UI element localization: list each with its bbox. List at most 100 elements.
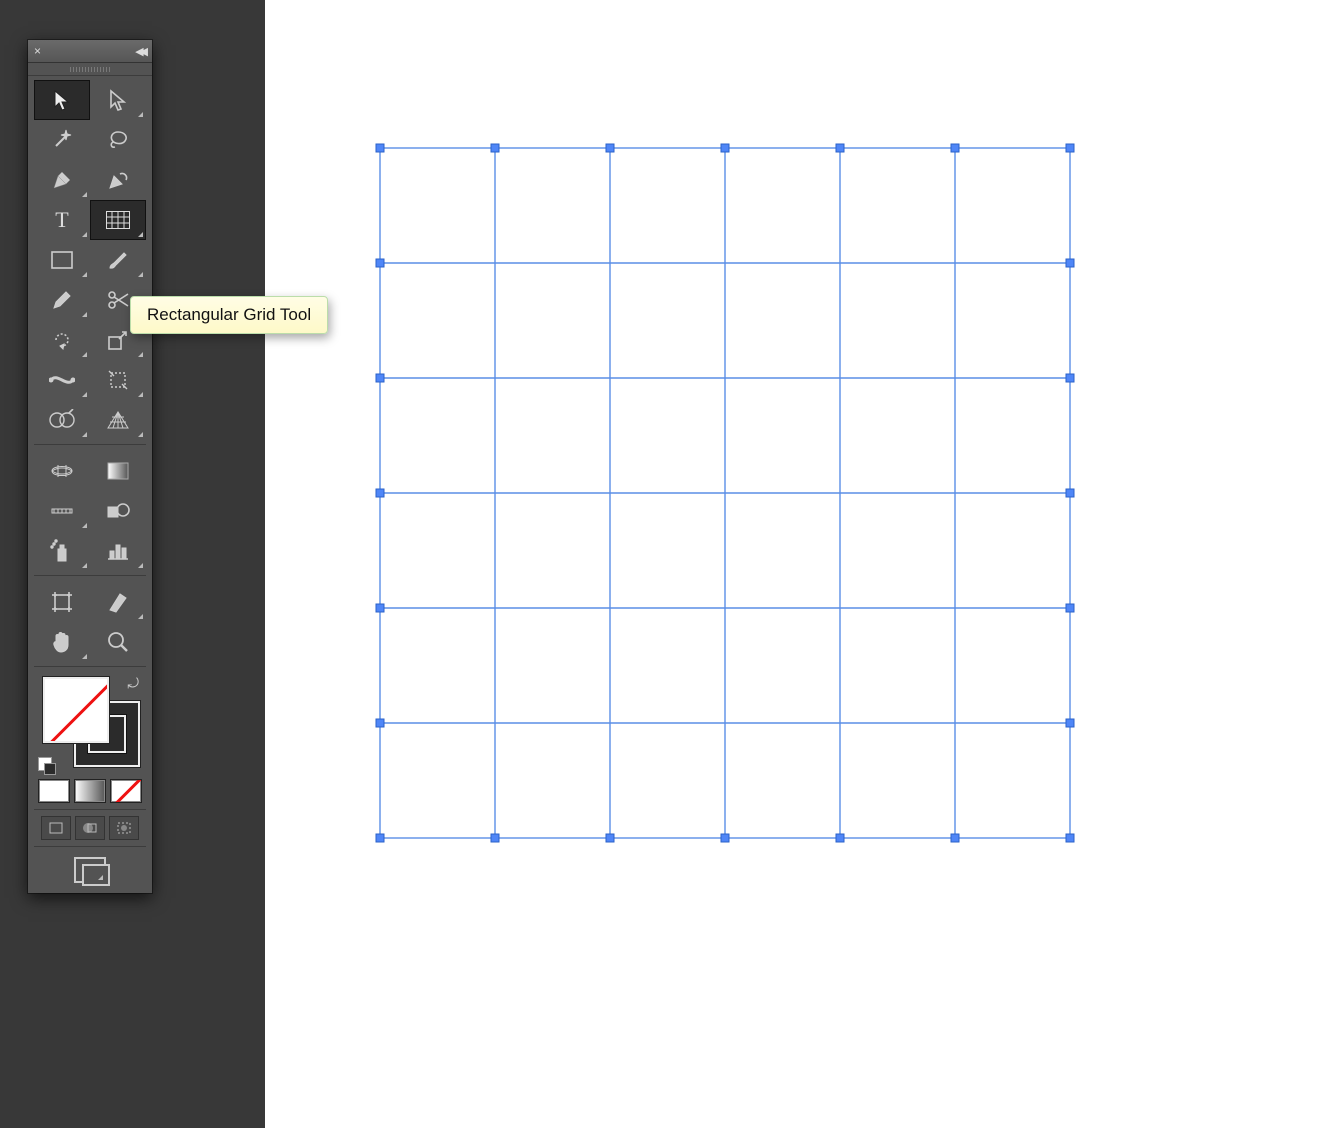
selection-handle[interactable]	[606, 144, 614, 152]
screen-mode-button[interactable]	[74, 857, 106, 883]
flyout-indicator	[138, 432, 143, 437]
selection-handle[interactable]	[376, 604, 384, 612]
flyout-indicator	[82, 523, 87, 528]
pencil-tool[interactable]	[34, 280, 90, 320]
paintbrush-icon	[104, 246, 132, 274]
selection-handle[interactable]	[1066, 259, 1074, 267]
selection-handle[interactable]	[1066, 719, 1074, 727]
shape-builder-tool[interactable]	[34, 400, 90, 440]
curvature-tool[interactable]	[90, 160, 146, 200]
pencil-icon	[48, 286, 76, 314]
swap-fill-stroke-icon[interactable]: ⤾	[127, 675, 139, 692]
slice-tool[interactable]	[90, 582, 146, 622]
selection-handle[interactable]	[836, 834, 844, 842]
selection-handle[interactable]	[836, 144, 844, 152]
paintbrush-tool[interactable]	[90, 240, 146, 280]
tooltip: Rectangular Grid Tool	[130, 296, 328, 334]
gradient-icon	[104, 457, 132, 485]
lasso-tool[interactable]	[90, 120, 146, 160]
flyout-indicator	[138, 112, 143, 117]
selection-handle[interactable]	[951, 834, 959, 842]
free-transform-icon	[104, 366, 132, 394]
rotate-tool[interactable]	[34, 320, 90, 360]
flyout-indicator	[82, 192, 87, 197]
tooltip-text: Rectangular Grid Tool	[147, 305, 311, 324]
selection-handle[interactable]	[1066, 374, 1074, 382]
hand-tool[interactable]	[34, 622, 90, 662]
hand-icon	[48, 628, 76, 656]
perspective-grid-tool[interactable]	[90, 400, 146, 440]
zoom-tool[interactable]	[90, 622, 146, 662]
flyout-indicator	[138, 232, 143, 237]
magic-wand-icon	[48, 126, 76, 154]
flyout-indicator	[82, 352, 87, 357]
selection-handle[interactable]	[376, 144, 384, 152]
color-mode-gradient[interactable]	[74, 779, 106, 803]
direct-selection-tool[interactable]	[90, 80, 146, 120]
flyout-indicator	[138, 352, 143, 357]
selection-handle[interactable]	[376, 719, 384, 727]
divider	[34, 444, 146, 445]
flyout-indicator	[138, 563, 143, 568]
selection-handle[interactable]	[951, 144, 959, 152]
flyout-indicator	[138, 614, 143, 619]
type-tool[interactable]: T	[34, 200, 90, 240]
color-mode-none[interactable]	[110, 779, 142, 803]
rectangle-tool[interactable]	[34, 240, 90, 280]
selection-tool[interactable]	[34, 80, 90, 120]
rectangular-grid-tool[interactable]	[90, 200, 146, 240]
pen-tool[interactable]	[34, 160, 90, 200]
fill-stroke-swatch[interactable]: ⤾	[35, 673, 145, 773]
gradient-tool[interactable]	[90, 451, 146, 491]
artboard-tool[interactable]	[34, 582, 90, 622]
color-mode-row	[28, 775, 152, 807]
close-icon[interactable]: ×	[34, 45, 41, 57]
selection-handle[interactable]	[376, 374, 384, 382]
tools-panel: × ◀◀	[28, 40, 152, 893]
column-graph-tool[interactable]	[90, 531, 146, 571]
grid-object-selected[interactable]	[375, 143, 1075, 843]
flyout-indicator	[98, 875, 103, 880]
tools-panel-header[interactable]: × ◀◀	[28, 40, 152, 63]
selection-handle[interactable]	[721, 144, 729, 152]
draw-inside[interactable]	[109, 816, 139, 840]
flyout-indicator	[138, 392, 143, 397]
flyout-indicator	[82, 563, 87, 568]
grid-icon	[104, 206, 132, 234]
flyout-indicator	[82, 432, 87, 437]
eyedropper-tool[interactable]	[34, 491, 90, 531]
default-fill-stroke-icon[interactable]	[38, 757, 52, 771]
free-transform-tool[interactable]	[90, 360, 146, 400]
blend-tool[interactable]	[90, 491, 146, 531]
color-mode-solid[interactable]	[38, 779, 70, 803]
scissors-icon	[104, 286, 132, 314]
magic-wand-tool[interactable]	[34, 120, 90, 160]
fill-swatch[interactable]	[43, 677, 109, 743]
selection-handle[interactable]	[1066, 489, 1074, 497]
selection-handle[interactable]	[1066, 144, 1074, 152]
draw-behind[interactable]	[75, 816, 105, 840]
draw-normal[interactable]	[41, 816, 71, 840]
divider	[34, 575, 146, 576]
selection-handle[interactable]	[1066, 604, 1074, 612]
selection-handle[interactable]	[376, 834, 384, 842]
selection-handle[interactable]	[491, 834, 499, 842]
selection-handle[interactable]	[721, 834, 729, 842]
type-icon: T	[48, 206, 76, 234]
scale-icon	[104, 326, 132, 354]
mesh-tool[interactable]	[34, 451, 90, 491]
collapse-panel-icon[interactable]: ◀◀	[135, 45, 144, 58]
artboard-icon	[48, 588, 76, 616]
divider	[34, 846, 146, 847]
selection-handle[interactable]	[491, 144, 499, 152]
width-tool[interactable]	[34, 360, 90, 400]
selection-handle[interactable]	[606, 834, 614, 842]
selection-handle[interactable]	[376, 489, 384, 497]
lasso-icon	[104, 126, 132, 154]
selection-handle[interactable]	[376, 259, 384, 267]
symbol-sprayer-tool[interactable]	[34, 531, 90, 571]
panel-drag-grip[interactable]	[28, 63, 152, 76]
slice-icon	[104, 588, 132, 616]
rotate-icon	[48, 326, 76, 354]
selection-handle[interactable]	[1066, 834, 1074, 842]
